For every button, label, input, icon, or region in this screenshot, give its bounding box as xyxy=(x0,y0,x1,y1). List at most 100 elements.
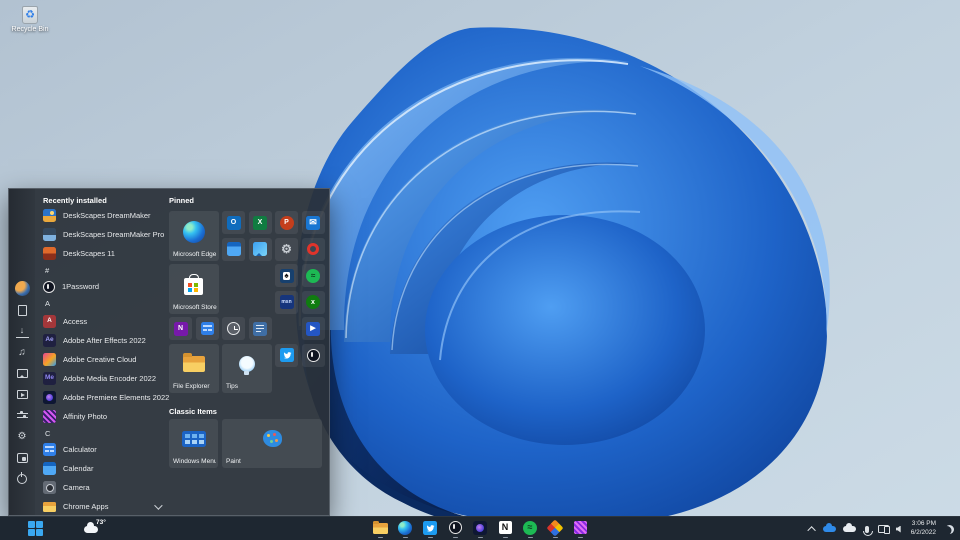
start-menu-rail: ↓ ♫ ⚙ xyxy=(9,189,35,515)
section-c[interactable]: C xyxy=(36,426,168,440)
tile-tips[interactable]: Tips xyxy=(222,344,272,394)
app-item-after-effects[interactable]: Adobe After Effects 2022 xyxy=(36,331,168,350)
tile-opera[interactable] xyxy=(302,238,325,261)
tile-settings[interactable] xyxy=(275,238,298,261)
videos-icon[interactable] xyxy=(16,388,29,401)
system-tray: 3:06 PM 6/2/2022 xyxy=(810,517,954,540)
app-item-access[interactable]: Access xyxy=(36,312,168,331)
speaker-icon[interactable] xyxy=(896,526,901,533)
edge-icon xyxy=(398,521,412,535)
app-item-media-encoder[interactable]: Adobe Media Encoder 2022 xyxy=(36,369,168,388)
tile-xbox[interactable] xyxy=(302,291,325,314)
app-item-deskscapes-dreammaker-pro[interactable]: DeskScapes DreamMaker Pro xyxy=(36,225,168,244)
app-label: Camera xyxy=(63,483,90,492)
tile-msn[interactable] xyxy=(275,291,298,314)
tile-file-explorer[interactable]: File Explorer xyxy=(169,344,219,394)
calculator-icon xyxy=(201,322,214,335)
1password-icon xyxy=(449,521,462,534)
recycle-bin-shortcut[interactable]: ♻ Recycle Bin xyxy=(8,6,52,33)
tile-spotify[interactable] xyxy=(302,264,325,287)
cloud-icon[interactable] xyxy=(843,526,856,532)
app-list: Recently installed DeskScapes DreamMaker… xyxy=(36,189,168,515)
settings-icon xyxy=(280,242,294,256)
start-button[interactable] xyxy=(28,521,43,536)
taskbar-1password[interactable] xyxy=(447,520,463,538)
chevron-up-icon[interactable] xyxy=(807,526,815,534)
tile-twitter[interactable] xyxy=(275,344,298,367)
msn-icon xyxy=(280,295,294,309)
microphone-icon[interactable] xyxy=(865,526,869,533)
tile-notepad[interactable] xyxy=(249,317,272,340)
tile-onenote[interactable] xyxy=(169,317,192,340)
affinity-photo-icon xyxy=(574,521,587,534)
app-item-deskscapes-11[interactable]: DeskScapes 11 xyxy=(36,244,168,263)
twitter-icon xyxy=(280,348,294,362)
tile-films-tv[interactable] xyxy=(302,317,325,340)
onenote-icon xyxy=(174,322,188,336)
app-item-premiere-elements[interactable]: Adobe Premiere Elements 2022 xyxy=(36,388,168,407)
onedrive-cloud-icon[interactable] xyxy=(823,526,836,532)
1password-icon xyxy=(43,281,55,293)
running-indicator xyxy=(503,537,508,539)
taskbar-premiere-elements[interactable] xyxy=(472,520,488,538)
pinned-grid: Microsoft Edge Microsoft Store xyxy=(169,211,331,393)
tile-paint[interactable]: Paint xyxy=(222,419,322,468)
tile-calendar[interactable] xyxy=(222,238,245,261)
app-item-calculator[interactable]: Calculator xyxy=(36,440,168,459)
app-item-1password[interactable]: 1Password xyxy=(36,277,168,296)
lock-icon[interactable] xyxy=(16,451,29,464)
section-label: C xyxy=(45,429,50,438)
power-icon[interactable] xyxy=(16,472,29,485)
tile-excel[interactable] xyxy=(249,211,272,234)
section-hash[interactable]: # xyxy=(36,263,168,277)
calculator-icon xyxy=(43,443,56,456)
app-item-calendar[interactable]: Calendar xyxy=(36,459,168,478)
taskbar-notion[interactable] xyxy=(497,520,513,538)
app-item-camera[interactable]: Camera xyxy=(36,478,168,497)
tile-solitaire[interactable] xyxy=(275,264,298,287)
tile-calculator[interactable] xyxy=(196,317,219,340)
personalize-icon[interactable] xyxy=(16,409,29,422)
camera-icon xyxy=(43,481,56,494)
store-icon xyxy=(184,278,203,295)
tile-outlook[interactable] xyxy=(222,211,245,234)
recycle-bin-label: Recycle Bin xyxy=(8,26,52,33)
section-a[interactable]: A xyxy=(36,296,168,310)
moon-icon[interactable] xyxy=(945,525,954,534)
excel-icon xyxy=(253,216,267,230)
taskbar-twitter[interactable] xyxy=(422,520,438,538)
app-item-affinity-photo[interactable]: Affinity Photo xyxy=(36,407,168,426)
xbox-icon xyxy=(306,295,320,309)
tile-microsoft-edge[interactable]: Microsoft Edge xyxy=(169,211,219,261)
tile-microsoft-store[interactable]: Microsoft Store xyxy=(169,264,219,314)
tile-photos[interactable] xyxy=(249,238,272,261)
tile-powerpoint[interactable] xyxy=(275,211,298,234)
tile-1password[interactable] xyxy=(302,344,325,367)
pictures-icon[interactable] xyxy=(16,367,29,380)
mail-icon xyxy=(306,216,320,230)
app-label: DeskScapes 11 xyxy=(63,249,115,258)
weather-widget[interactable]: 73° xyxy=(84,519,114,539)
app-item-creative-cloud[interactable]: Adobe Creative Cloud xyxy=(36,350,168,369)
user-avatar[interactable] xyxy=(15,281,30,296)
documents-icon[interactable] xyxy=(16,304,29,317)
tile-mail[interactable] xyxy=(302,211,325,234)
music-icon[interactable]: ♫ xyxy=(16,346,29,359)
downloads-icon[interactable]: ↓ xyxy=(16,325,29,338)
phone-link-icon[interactable] xyxy=(878,525,889,533)
classic-items-row: Windows Menu Paint xyxy=(169,419,331,468)
creative-cloud-icon xyxy=(43,353,56,366)
app-item-chrome-apps[interactable]: Chrome Apps xyxy=(36,497,168,516)
tile-windows-menu[interactable]: Windows Menu xyxy=(169,419,218,468)
taskbar-file-explorer[interactable] xyxy=(372,520,388,538)
taskbar-affinity-photo[interactable] xyxy=(572,520,588,538)
taskbar-spotify[interactable] xyxy=(522,520,538,538)
start-menu: ↓ ♫ ⚙ Recently installed DeskScapes Drea… xyxy=(8,188,330,516)
tile-label: Microsoft Store xyxy=(173,304,217,311)
tile-alarms-clock[interactable] xyxy=(222,317,245,340)
app-item-deskscapes-dreammaker[interactable]: DeskScapes DreamMaker xyxy=(36,206,168,225)
tray-clock[interactable]: 3:06 PM 6/2/2022 xyxy=(911,520,936,538)
taskbar-object-desktop[interactable] xyxy=(547,520,563,538)
settings-icon[interactable]: ⚙ xyxy=(16,430,29,443)
taskbar-edge[interactable] xyxy=(397,520,413,538)
